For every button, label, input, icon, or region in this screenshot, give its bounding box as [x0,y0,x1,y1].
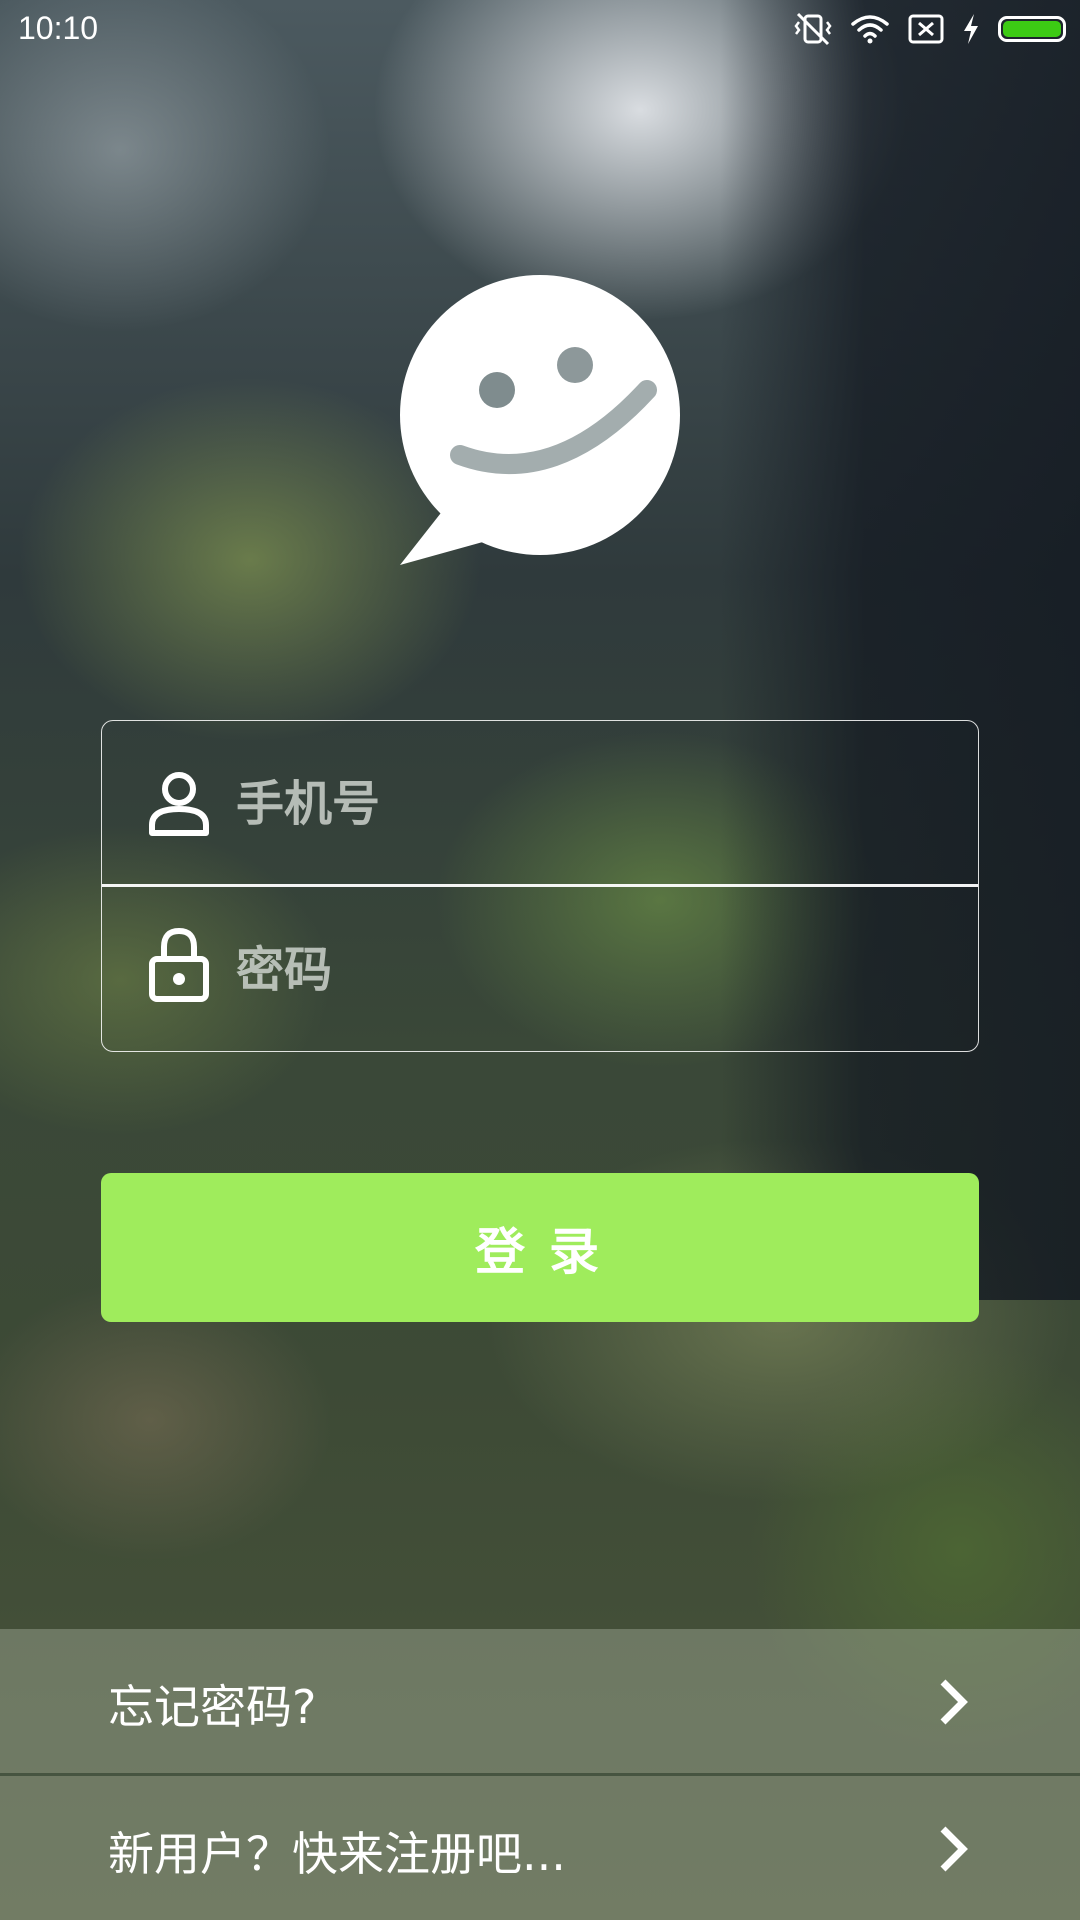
wifi-icon [851,15,889,44]
status-icons [794,12,1066,46]
no-sim-icon [908,14,944,44]
forgot-password-label: 忘记密码? [108,1680,317,1734]
status-time: 10:10 [18,10,99,46]
password-input[interactable] [234,927,918,1013]
user-icon [149,772,209,836]
login-input-group [101,720,979,1052]
battery-icon [998,16,1066,42]
phone-row [102,721,978,885]
login-screen: 10:10 手机号 登录 忘记密码? 新用户？快来注册吧... [0,0,1080,1920]
vibrate-off-icon [794,12,832,46]
register-label: 新用户？快来注册吧... [108,1827,566,1881]
lock-icon [149,927,209,1002]
forgot-password-link[interactable]: 忘记密码? [0,1629,1080,1773]
register-link[interactable]: 新用户？快来注册吧... [0,1776,1080,1920]
chevron-right-icon [940,1679,968,1725]
login-button[interactable]: 登录 [101,1173,979,1322]
bottom-links-panel: 忘记密码? 新用户？快来注册吧... [0,1629,1080,1920]
password-row [102,887,978,1051]
status-bar: 10:10 [0,0,1080,60]
smiley-chat-bubble-logo [400,275,680,565]
chevron-right-icon [940,1826,968,1872]
phone-input[interactable] [234,761,918,847]
charging-bolt-icon [964,14,978,44]
battery-level [1003,21,1061,37]
background-shade [720,0,1080,1300]
